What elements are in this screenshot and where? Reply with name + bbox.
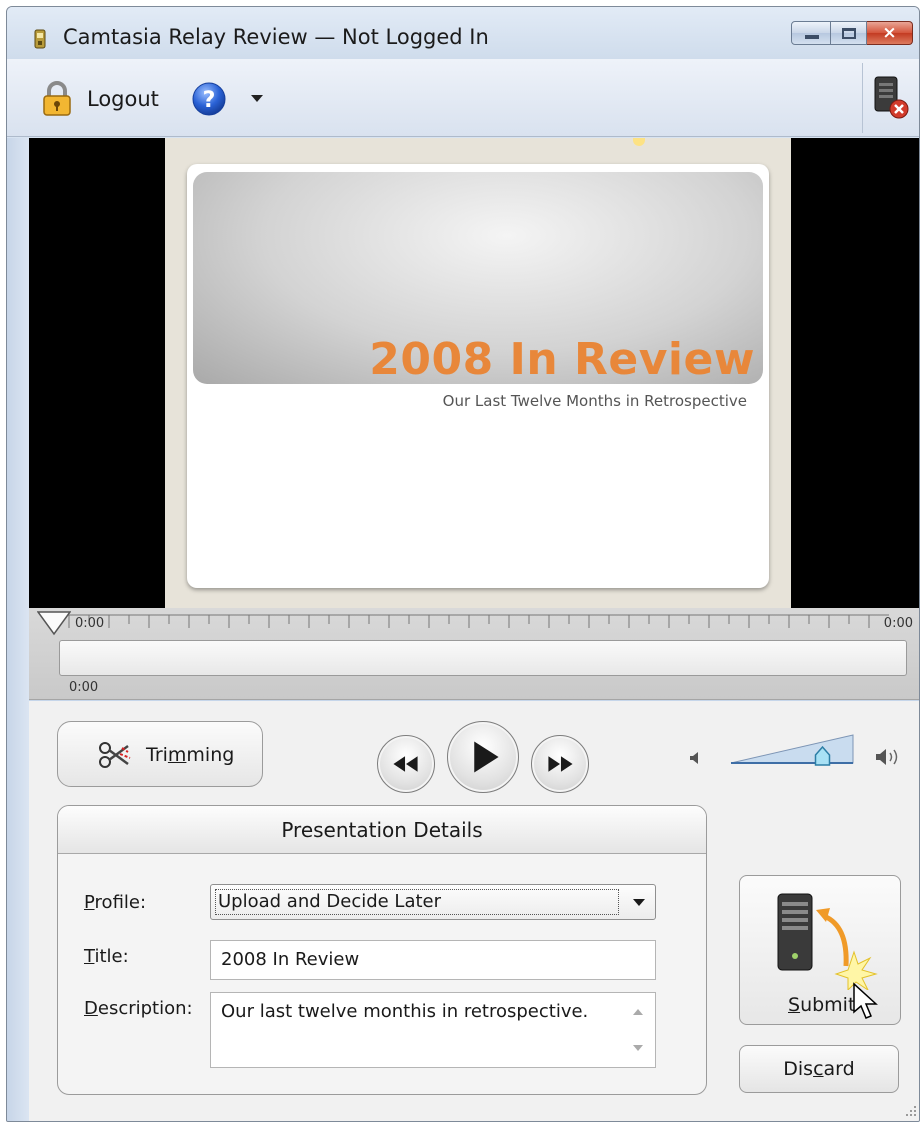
minimize-icon	[805, 35, 819, 39]
slide-frame: 2008 In Review Our Last Twelve Months in…	[165, 138, 791, 608]
description-label-rest: escription:	[97, 998, 193, 1019]
timeline-end-time: 0:00	[883, 616, 913, 631]
title-accelerator: T	[84, 946, 95, 967]
app-icon	[34, 29, 46, 49]
title-field[interactable]: 2008 In Review	[210, 940, 656, 980]
volume-low-icon	[690, 752, 698, 764]
discard-label-post: ard	[823, 1058, 855, 1080]
profile-accelerator: P	[84, 892, 95, 913]
toolbar-divider	[862, 63, 863, 133]
submit-accelerator: S	[788, 994, 801, 1016]
timeline-start-time: 0:00	[75, 616, 105, 631]
presentation-details-header: Presentation Details	[58, 806, 706, 854]
server-offline-icon[interactable]	[873, 75, 909, 119]
help-icon[interactable]: ?	[191, 81, 227, 117]
mouse-cursor-icon	[853, 982, 878, 1019]
title-label-rest: itle:	[94, 946, 129, 967]
window-controls: ×	[791, 21, 913, 45]
profile-select[interactable]: Upload and Decide Later	[210, 884, 656, 920]
trimming-button[interactable]: Trimming	[57, 721, 263, 787]
discard-button[interactable]: Discard	[739, 1045, 899, 1093]
playhead-handle[interactable]	[37, 610, 71, 636]
description-text: Our last twelve monthis in retrospective…	[221, 1001, 589, 1022]
app-window: Camtasia Relay Review — Not Logged In × …	[6, 6, 920, 1122]
profile-label: Profile:	[84, 892, 146, 913]
title-bar[interactable]: Camtasia Relay Review — Not Logged In ×	[7, 7, 919, 59]
rewind-icon	[393, 756, 418, 772]
svg-text:?: ?	[203, 88, 216, 113]
lock-icon[interactable]	[41, 81, 73, 117]
description-field[interactable]: Our last twelve monthis in retrospective…	[210, 992, 656, 1068]
presentation-details-panel: Presentation Details Profile: Upload and…	[57, 805, 707, 1095]
chevron-down-icon[interactable]	[251, 95, 263, 103]
submit-label-rest: ubmit	[800, 994, 856, 1016]
slide: 2008 In Review Our Last Twelve Months in…	[187, 164, 769, 588]
maximize-icon	[842, 28, 856, 39]
rewind-button[interactable]	[377, 735, 435, 793]
resize-grip-icon[interactable]	[903, 1103, 917, 1117]
toolbar: Logout ?	[7, 59, 919, 137]
window-left-border	[7, 138, 29, 1121]
close-icon: ×	[882, 23, 897, 43]
window-title: Camtasia Relay Review — Not Logged In	[63, 25, 489, 49]
slide-title: 2008 In Review	[369, 334, 755, 385]
scroll-down-icon[interactable]	[633, 1045, 643, 1051]
trimming-label-pre: Tri	[146, 744, 168, 766]
volume-high-icon	[876, 749, 898, 765]
volume-slider[interactable]	[729, 729, 855, 767]
playhead-glow	[633, 138, 645, 146]
timeline-track[interactable]	[59, 640, 907, 676]
play-button[interactable]	[447, 721, 519, 793]
controls-panel: Trimming Presentation Details Profile: U…	[29, 701, 919, 1121]
timeline-ruler	[59, 614, 889, 628]
trimming-accelerator: m	[167, 744, 187, 766]
close-button[interactable]: ×	[867, 21, 913, 45]
description-accelerator: D	[84, 998, 98, 1019]
fast-forward-icon	[548, 756, 573, 772]
current-time: 0:00	[69, 680, 99, 695]
timeline: 0:00 0:00 0:00	[29, 608, 919, 700]
discard-accelerator: c	[813, 1058, 824, 1080]
profile-label-rest: rofile:	[94, 892, 147, 913]
play-icon	[474, 741, 499, 773]
submit-button[interactable]: Submit	[739, 875, 901, 1025]
logout-button[interactable]: Logout	[87, 87, 159, 111]
submit-label: Submit	[788, 994, 855, 1016]
fast-forward-button[interactable]	[531, 735, 589, 793]
server-upload-icon	[777, 893, 878, 990]
chevron-down-icon	[633, 899, 645, 906]
maximize-button[interactable]	[831, 21, 867, 45]
trimming-label: Trimming	[146, 744, 234, 766]
description-label: Description:	[84, 998, 193, 1019]
slide-subtitle: Our Last Twelve Months in Retrospective	[442, 392, 747, 410]
trimming-label-post: ming	[186, 744, 235, 766]
scissors-icon	[99, 742, 131, 768]
discard-label-pre: Dis	[783, 1058, 814, 1080]
scroll-up-icon[interactable]	[633, 1009, 643, 1015]
title-label: Title:	[84, 946, 129, 967]
video-preview[interactable]: 2008 In Review Our Last Twelve Months in…	[29, 138, 919, 608]
profile-selected-value: Upload and Decide Later	[215, 889, 619, 915]
minimize-button[interactable]	[791, 21, 831, 45]
